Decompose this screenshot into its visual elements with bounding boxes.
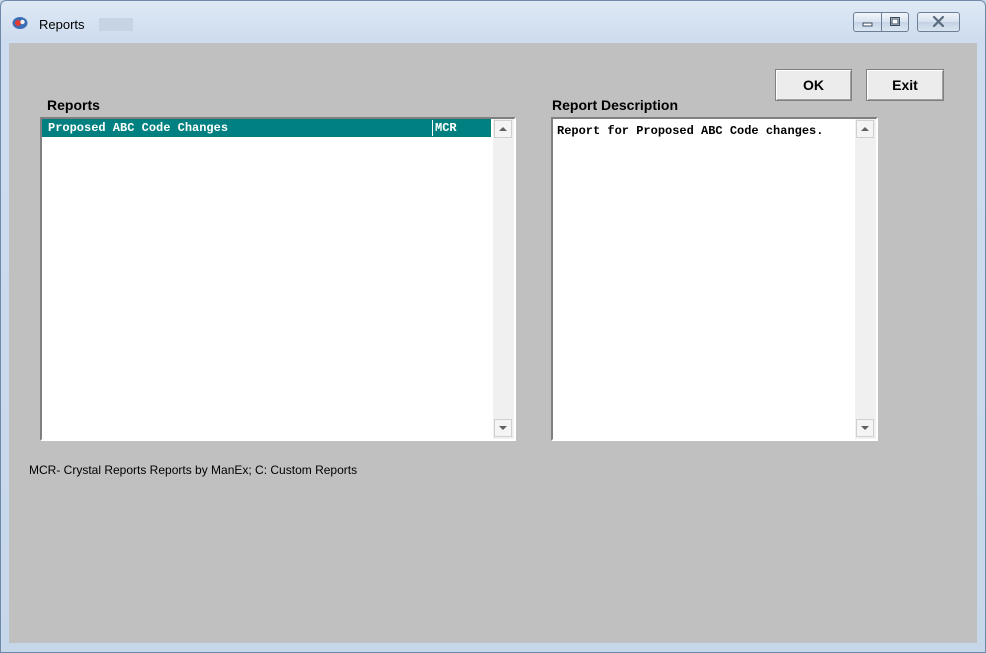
- reports-label: Reports: [47, 97, 100, 113]
- arrow-down-icon: [499, 426, 507, 430]
- reports-scrollbar[interactable]: [493, 119, 514, 439]
- scroll-down-button[interactable]: [494, 419, 512, 437]
- client-area: OK Exit Reports Report Description Propo…: [9, 43, 977, 643]
- window-title: Reports: [39, 17, 85, 32]
- maximize-icon: [890, 17, 900, 26]
- app-logo-icon: [12, 17, 28, 29]
- report-type-legend: MCR- Crystal Reports Reports by ManEx; C…: [29, 463, 358, 477]
- scroll-down-button[interactable]: [856, 419, 874, 437]
- scroll-up-button[interactable]: [856, 120, 874, 138]
- title-redaction: [99, 18, 133, 31]
- minimize-icon: [862, 22, 873, 27]
- close-button[interactable]: [917, 12, 960, 32]
- maximize-button[interactable]: [881, 12, 909, 32]
- arrow-up-icon: [861, 127, 869, 131]
- column-divider: [432, 120, 433, 136]
- scroll-up-button[interactable]: [494, 120, 512, 138]
- exit-button[interactable]: Exit: [866, 69, 944, 101]
- report-description-label: Report Description: [552, 97, 679, 113]
- reports-list[interactable]: Proposed ABC Code Changes MCR: [40, 117, 516, 441]
- reports-window: Reports OK Exit Reports Report Descripti…: [0, 0, 986, 653]
- report-name: Proposed ABC Code Changes: [48, 121, 229, 135]
- description-scrollbar[interactable]: [855, 119, 876, 439]
- arrow-up-icon: [499, 127, 507, 131]
- arrow-down-icon: [861, 426, 869, 430]
- ok-button[interactable]: OK: [775, 69, 852, 101]
- title-bar[interactable]: Reports: [1, 1, 985, 43]
- report-description-text: Report for Proposed ABC Code changes.: [557, 124, 824, 138]
- minimize-button[interactable]: [853, 12, 882, 32]
- report-code: MCR: [435, 121, 457, 135]
- list-item[interactable]: Proposed ABC Code Changes MCR: [42, 119, 491, 137]
- report-description-box[interactable]: Report for Proposed ABC Code changes.: [551, 117, 878, 441]
- close-icon: [932, 15, 945, 28]
